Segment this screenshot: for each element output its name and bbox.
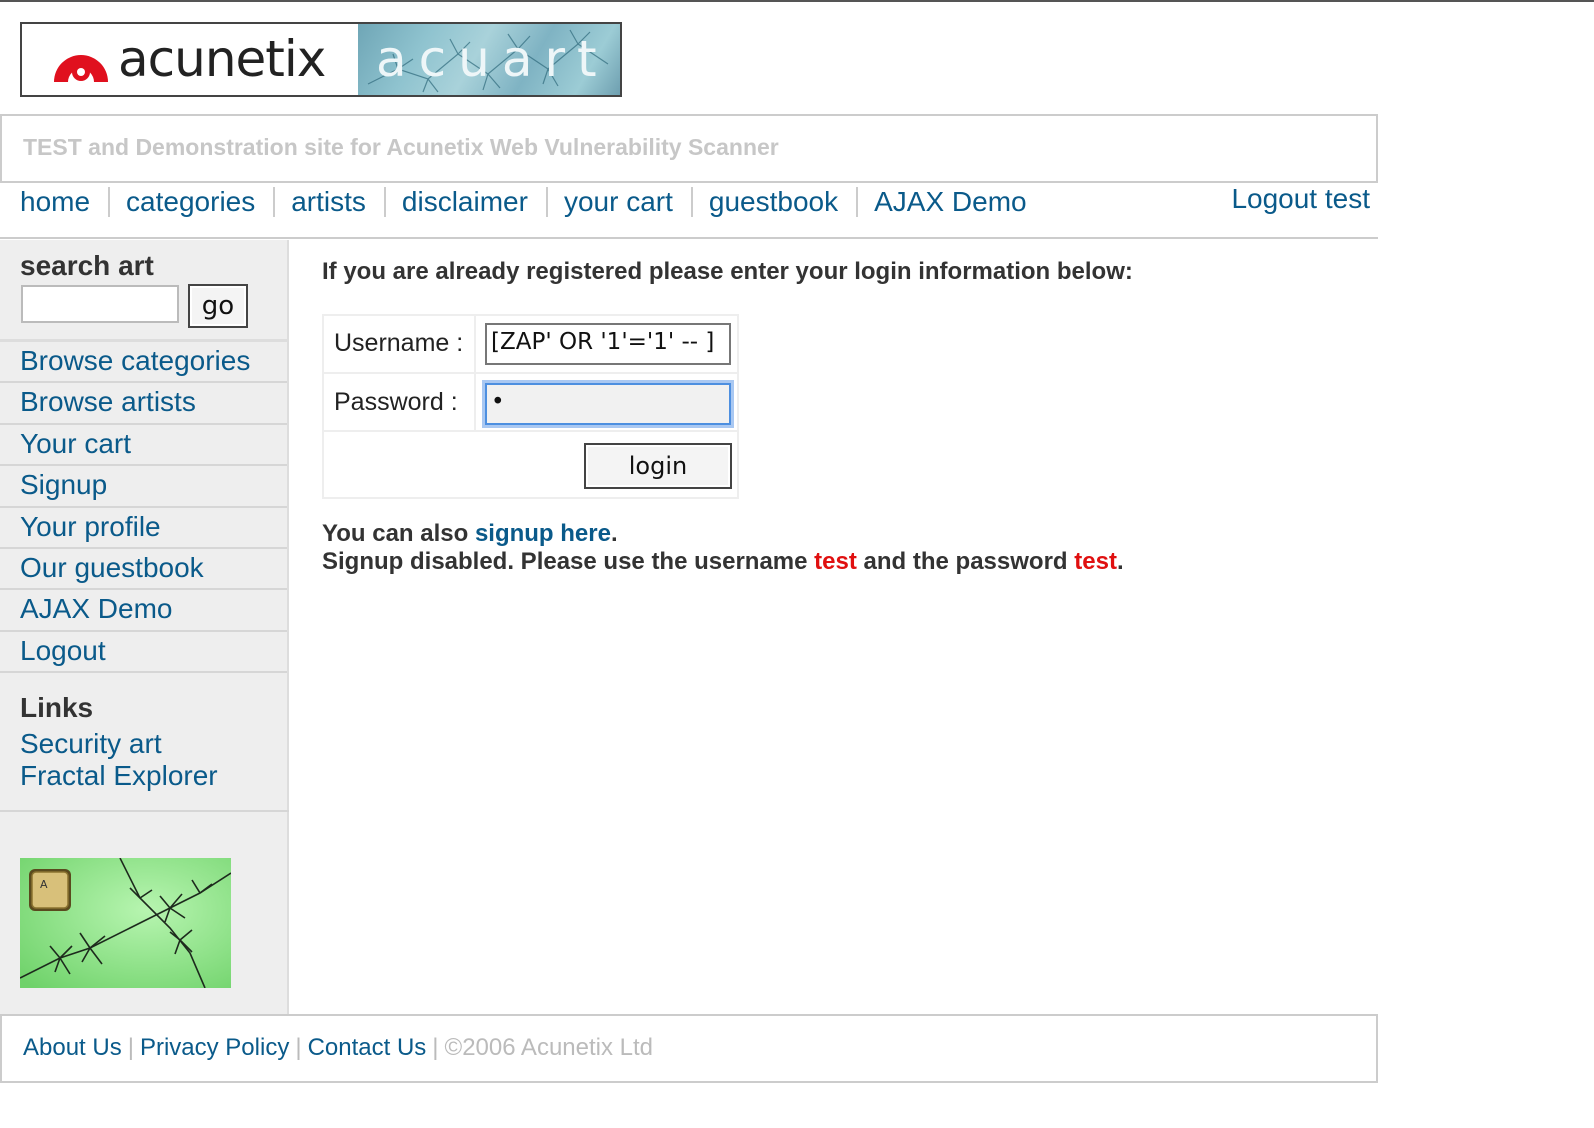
nav-link-your-cart[interactable]: your cart — [564, 186, 673, 218]
password-field[interactable]: • — [485, 383, 731, 425]
search-input[interactable] — [21, 285, 179, 323]
acunetix-logo: acunetix — [22, 24, 358, 95]
footer-privacy-policy[interactable]: Privacy Policy — [140, 1034, 289, 1061]
login-form: Username : [ZAP' OR '1'='1' -- ] Passwor… — [322, 314, 739, 499]
disabled-prefix: Signup disabled. Please use the username — [322, 548, 808, 575]
nav-separator — [690, 187, 693, 217]
nav-link-categories[interactable]: categories — [126, 186, 255, 218]
nav-link-disclaimer[interactable]: disclaimer — [402, 186, 528, 218]
nav-separator — [383, 187, 386, 217]
signup-link[interactable]: signup here — [475, 520, 611, 547]
nav-separator — [856, 187, 859, 217]
fractal-explorer-image[interactable]: A — [20, 858, 231, 988]
sidebar-item-your-cart[interactable]: Your cart — [0, 425, 287, 467]
login-intro-text: If you are already registered please ent… — [322, 258, 1133, 285]
signup-note: You can also signup here. — [322, 520, 618, 548]
table-divider — [474, 316, 476, 432]
search-go-button[interactable]: go — [188, 284, 248, 328]
footer-about-us[interactable]: About Us — [23, 1034, 122, 1061]
sidebar-divider — [0, 810, 289, 812]
fractal-image-icon: A — [20, 858, 231, 988]
table-divider — [324, 430, 739, 432]
test-password: test — [1074, 548, 1117, 575]
password-label: Password : — [334, 388, 458, 416]
footer: About Us | Privacy Policy | Contact Us | ©2006… — [0, 1014, 1378, 1083]
search-title: search art — [20, 250, 154, 281]
top-navigation: home categories artists disclaimer your cart… — [0, 183, 1378, 239]
nav-separator — [273, 187, 276, 217]
sidebar-menu: Browse categories Browse artists Your cart… — [0, 342, 287, 674]
table-divider — [324, 372, 739, 374]
sidebar-item-browse-categories[interactable]: Browse categories — [0, 342, 287, 384]
username-field[interactable]: [ZAP' OR '1'='1' -- ] — [485, 323, 731, 365]
sidebar-item-logout[interactable]: Logout — [0, 632, 287, 674]
footer-separator: | — [127, 1034, 134, 1061]
nav-link-guestbook[interactable]: guestbook — [709, 186, 838, 218]
sidebar-item-ajax-demo[interactable]: AJAX Demo — [0, 590, 287, 632]
sidebar-item-your-profile[interactable]: Your profile — [0, 508, 287, 549]
username-label: Username : — [334, 329, 464, 357]
signup-suffix: . — [610, 520, 618, 547]
logout-link[interactable]: Logout test — [1231, 183, 1370, 215]
signup-disabled-note: Signup disabled. Please use the username… — [322, 548, 1124, 576]
main-content: If you are already registered please ent… — [322, 258, 1362, 575]
sidebar-item-signup[interactable]: Signup — [0, 466, 287, 508]
signup-prefix: You can also — [322, 520, 469, 547]
link-security-art[interactable]: Security art — [20, 728, 162, 760]
link-fractal-explorer[interactable]: Fractal Explorer — [20, 760, 218, 792]
links-title: Links — [20, 692, 94, 723]
nav-link-ajax-demo[interactable]: AJAX Demo — [874, 186, 1027, 218]
top-border — [0, 0, 1594, 2]
nav-separator — [108, 187, 111, 217]
top-nav-links: home categories artists disclaimer your cart… — [20, 183, 1027, 221]
site-logo[interactable]: acunetix acuart — [20, 22, 622, 97]
test-username: test — [814, 548, 857, 575]
footer-separator: | — [432, 1034, 439, 1061]
footer-contact-us[interactable]: Contact Us — [308, 1034, 427, 1061]
acunetix-mark-icon — [54, 55, 108, 82]
footer-separator: | — [295, 1034, 302, 1061]
svg-text:A: A — [40, 878, 48, 891]
nav-link-home[interactable]: home — [20, 186, 90, 218]
footer-copyright: ©2006 Acunetix Ltd — [444, 1034, 654, 1061]
disabled-middle: and the password — [863, 548, 1068, 575]
logo-brand-text: acunetix — [118, 30, 326, 88]
sidebar: search art go Browse categories Browse ar… — [0, 240, 289, 1015]
nav-separator — [545, 187, 548, 217]
logo-product-text: acuart — [376, 30, 609, 88]
login-button[interactable]: login — [584, 443, 732, 489]
acuart-logo: acuart — [358, 24, 620, 95]
nav-link-artists[interactable]: artists — [291, 186, 366, 218]
site-tagline: TEST and Demonstration site for Acunetix… — [0, 114, 1378, 183]
disabled-suffix: . — [1116, 548, 1124, 575]
sidebar-item-browse-artists[interactable]: Browse artists — [0, 383, 287, 425]
sidebar-item-our-guestbook[interactable]: Our guestbook — [0, 549, 287, 591]
